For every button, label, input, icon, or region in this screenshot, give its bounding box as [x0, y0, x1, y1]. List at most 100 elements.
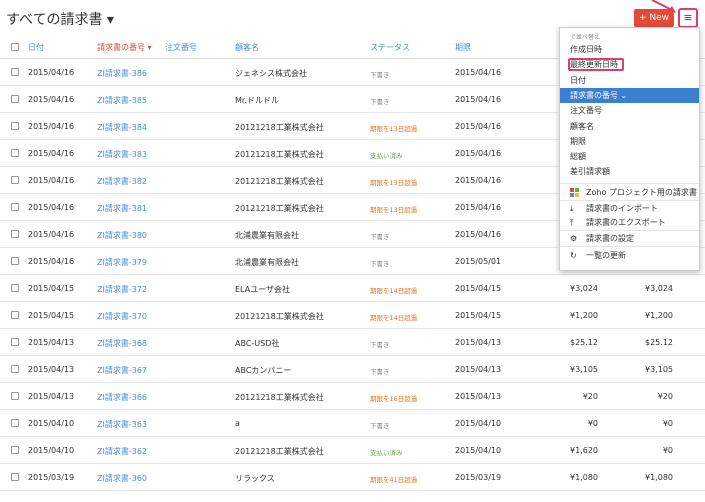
- column-order-number[interactable]: 注文番号: [165, 42, 197, 53]
- sort-option[interactable]: 作成日時: [560, 42, 699, 57]
- row-checkbox[interactable]: [11, 149, 19, 157]
- sort-option[interactable]: 期限: [560, 134, 699, 149]
- row-checkbox[interactable]: [11, 446, 19, 454]
- row-customer: 北浦農業有限会社: [235, 258, 299, 267]
- menu-item-settings[interactable]: ⚙ 請求書の設定: [560, 231, 699, 246]
- row-customer: 20121218工業株式会社: [235, 447, 324, 456]
- sort-option[interactable]: 総額: [560, 149, 699, 164]
- row-status: 下書き: [370, 341, 390, 349]
- row-status: 下書き: [370, 422, 390, 430]
- row-customer: a: [235, 419, 240, 428]
- table-row[interactable]: 2015/04/15 ZI請求書-372 ELAユーザ会社 期限を14日超過 2015/…: [0, 275, 705, 302]
- row-invoice-number[interactable]: ZI請求書-379: [97, 257, 147, 268]
- row-amount: ¥1,200: [570, 311, 598, 320]
- row-status: 下書き: [370, 368, 390, 376]
- row-amount: $25.12: [570, 338, 598, 347]
- row-due-date: 2015/04/16: [455, 122, 502, 131]
- row-checkbox[interactable]: [11, 230, 19, 238]
- row-invoice-number[interactable]: ZI請求書-367: [97, 365, 147, 376]
- sort-option[interactable]: 請求書の番号 ⌄: [560, 87, 699, 103]
- row-customer: Mr.ドルドル: [235, 96, 279, 105]
- row-invoice-number[interactable]: ZI請求書-385: [97, 95, 147, 106]
- row-amount: ¥0: [587, 419, 598, 428]
- row-invoice-number[interactable]: ZI請求書-366: [97, 392, 147, 403]
- column-invoice-number[interactable]: 請求書の番号 ▾: [97, 42, 152, 53]
- row-date: 2015/03/19: [28, 473, 75, 482]
- row-invoice-number[interactable]: ZI請求書-360: [97, 473, 147, 484]
- sort-dropdown-menu: で並べ替え 作成日時 最終更新日時 日付 請求書の番号 ⌄ 注文番号 顧客名 期限 総額 差引請…: [559, 27, 700, 271]
- hamburger-menu-button[interactable]: ≡: [678, 8, 698, 28]
- sort-option[interactable]: 日付: [560, 73, 699, 88]
- row-balance: ¥3,024: [645, 284, 673, 293]
- row-due-date: 2015/04/16: [455, 149, 502, 158]
- divider: [560, 246, 699, 247]
- row-checkbox[interactable]: [11, 203, 19, 211]
- sort-option[interactable]: 注文番号: [560, 103, 699, 118]
- table-row[interactable]: 2015/03/19 ZI請求書-360 リラックス 期限を41日超過 2015/03/…: [0, 464, 705, 491]
- menu-item-zoho-projects[interactable]: Zoho プロジェクト用の請求書: [560, 185, 699, 200]
- table-row[interactable]: 2015/04/13 ZI請求書-368 ABC-USD社 下書き 2015/04/13…: [0, 329, 705, 356]
- row-date: 2015/04/15: [28, 311, 75, 320]
- row-checkbox[interactable]: [11, 473, 19, 481]
- menu-item-label: 請求書のインポート: [586, 204, 658, 213]
- row-checkbox[interactable]: [11, 392, 19, 400]
- menu-item-refresh[interactable]: ↻ 一覧の更新: [560, 248, 699, 263]
- menu-item-import[interactable]: ⤓ 請求書のインポート: [560, 201, 699, 216]
- row-customer: リラックス: [235, 474, 275, 483]
- row-due-date: 2015/04/16: [455, 203, 502, 212]
- row-date: 2015/04/15: [28, 284, 75, 293]
- column-status[interactable]: ステータス: [370, 42, 410, 53]
- sort-option-label: 請求書の番号 ⌄: [570, 90, 628, 100]
- row-invoice-number[interactable]: ZI請求書-372: [97, 284, 147, 295]
- annotation-arrow-icon: [651, 0, 676, 13]
- row-customer: 20121218工業株式会社: [235, 204, 324, 213]
- row-checkbox[interactable]: [11, 365, 19, 373]
- row-checkbox[interactable]: [11, 95, 19, 103]
- menu-item-label: Zoho プロジェクト用の請求書: [586, 188, 697, 197]
- column-customer[interactable]: 顧客名: [235, 42, 259, 53]
- column-due-date[interactable]: 期限: [455, 42, 471, 53]
- table-row[interactable]: 2015/04/15 ZI請求書-370 20121218工業株式会社 期限を14日超…: [0, 302, 705, 329]
- row-checkbox[interactable]: [11, 419, 19, 427]
- sort-option[interactable]: 差引請求額: [560, 164, 699, 179]
- row-balance: ¥20: [657, 392, 673, 401]
- table-row[interactable]: 2015/04/13 ZI請求書-367 ABCカンパニー 下書き 2015/04/13…: [0, 356, 705, 383]
- row-checkbox[interactable]: [11, 284, 19, 292]
- page-title[interactable]: すべての請求書 ▾: [6, 9, 114, 29]
- row-invoice-number[interactable]: ZI請求書-362: [97, 446, 147, 457]
- menu-item-export[interactable]: ⤒ 請求書のエクスポート: [560, 215, 699, 230]
- row-due-date: 2015/04/10: [455, 446, 502, 455]
- row-checkbox[interactable]: [11, 176, 19, 184]
- row-invoice-number[interactable]: ZI請求書-386: [97, 68, 147, 79]
- column-date[interactable]: 日付: [28, 42, 44, 53]
- table-row[interactable]: 2015/04/10 ZI請求書-362 20121218工業株式会社 支払い済み 20…: [0, 437, 705, 464]
- row-invoice-number[interactable]: ZI請求書-381: [97, 203, 147, 214]
- row-invoice-number[interactable]: ZI請求書-368: [97, 338, 147, 349]
- row-checkbox[interactable]: [11, 338, 19, 346]
- row-checkbox[interactable]: [11, 311, 19, 319]
- row-invoice-number[interactable]: ZI請求書-383: [97, 149, 147, 160]
- row-invoice-number[interactable]: ZI請求書-370: [97, 311, 147, 322]
- row-invoice-number[interactable]: ZI請求書-380: [97, 230, 147, 241]
- row-invoice-number[interactable]: ZI請求書-363: [97, 419, 147, 430]
- row-checkbox[interactable]: [11, 122, 19, 130]
- row-customer: 20121218工業株式会社: [235, 393, 324, 402]
- sort-option-label: 総額: [570, 152, 586, 162]
- divider: [560, 183, 699, 184]
- select-all-checkbox[interactable]: [11, 43, 19, 51]
- row-status: 期限を13日超過: [370, 179, 418, 187]
- table-row[interactable]: 2015/04/10 ZI請求書-363 a 下書き 2015/04/10 ¥0 ¥0: [0, 410, 705, 437]
- download-icon: ⤓: [570, 204, 574, 213]
- row-checkbox[interactable]: [11, 68, 19, 76]
- sort-option[interactable]: 顧客名: [560, 119, 699, 134]
- row-date: 2015/04/13: [28, 392, 75, 401]
- row-status: 下書き: [370, 233, 390, 241]
- row-date: 2015/04/16: [28, 176, 75, 185]
- row-date: 2015/04/10: [28, 446, 75, 455]
- row-invoice-number[interactable]: ZI請求書-382: [97, 176, 147, 187]
- row-invoice-number[interactable]: ZI請求書-384: [97, 122, 147, 133]
- row-checkbox[interactable]: [11, 257, 19, 265]
- row-status: 支払い済み: [370, 152, 403, 160]
- sort-option[interactable]: 最終更新日時: [560, 57, 699, 72]
- table-row[interactable]: 2015/04/13 ZI請求書-366 20121218工業株式会社 期限を16日超…: [0, 383, 705, 410]
